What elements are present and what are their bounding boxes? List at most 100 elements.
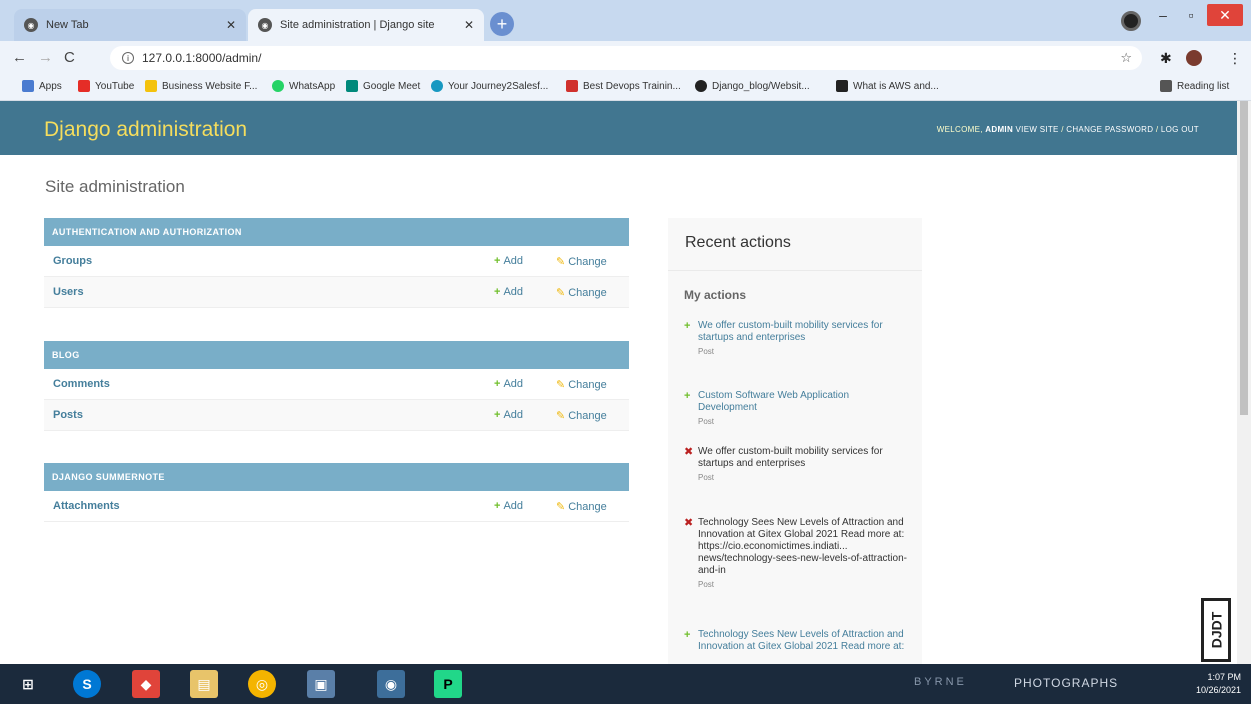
add-label: Add [503,409,524,421]
change-comments-button[interactable]: ✎ Change [556,378,607,391]
add-label: Add [503,500,524,512]
app-icon[interactable]: ◆ [132,670,160,698]
djdt-label: DJDT [1208,611,1224,649]
add-users-button[interactable]: + Add [494,286,523,298]
watermark: BYRNE [914,676,967,688]
module-caption[interactable]: Blog [44,341,629,369]
extensions-icon[interactable]: ✱ [1160,50,1172,67]
profile-icon[interactable] [1121,11,1141,31]
bookmark-star-icon[interactable]: ☆ [1120,50,1132,66]
list-item: + Technology Sees New Levels of Attracti… [684,629,909,653]
menu-icon[interactable]: ⋮ [1228,50,1242,67]
add-icon: + [684,320,691,332]
action-link[interactable]: Custom Software Web Application Developm… [698,390,909,414]
salesforce-icon [431,80,443,92]
tab-new-tab[interactable]: ◉ New Tab ✕ [14,9,246,41]
change-password-link[interactable]: CHANGE PASSWORD [1066,125,1153,134]
windows-taskbar: ⊞ S ◆ ▤ ◎ ▣ ◉ P BYRNE PHOTOGRAPHS 1:07 P… [0,664,1251,704]
bookmark-label: Apps [39,80,62,92]
add-attachments-button[interactable]: + Add [494,500,523,512]
address-bar[interactable]: i 127.0.0.1:8000/admin/ ☆ [110,46,1142,70]
close-window-button[interactable]: ✕ [1207,4,1243,26]
change-attachments-button[interactable]: ✎ Change [556,500,607,513]
action-link[interactable]: Technology Sees New Levels of Attraction… [698,629,909,653]
change-posts-button[interactable]: ✎ Change [556,409,607,422]
pycharm-icon[interactable]: P [434,670,462,698]
django-debug-toolbar-handle[interactable]: DJDT [1201,598,1231,662]
page-title: Site administration [45,177,185,196]
tab-site-administration[interactable]: ◉ Site administration | Django site ✕ [248,9,484,41]
tab-title: New Tab [46,19,89,31]
network-app-icon[interactable]: ▣ [307,670,335,698]
new-tab-button[interactable]: + [490,12,514,36]
bookmarks-bar: Apps YouTube Business Website F... Whats… [0,75,1251,101]
action-text: Technology Sees New Levels of Attraction… [698,517,907,576]
page-scrollbar[interactable] [1237,101,1251,664]
system-clock[interactable]: 1:07 PM 10/26/2021 [1196,671,1241,697]
add-label: Add [503,286,524,298]
table-row: Attachments + Add ✎ Change [44,491,629,522]
module-caption[interactable]: Authentication and Authorization [44,218,629,246]
model-link-posts[interactable]: Posts [53,409,83,421]
site-branding[interactable]: Django administration [44,118,247,142]
chrome-icon[interactable]: ◎ [248,670,276,698]
bookmark-devops-training[interactable]: Best Devops Trainin... [566,80,681,92]
plus-icon: + [494,378,501,390]
table-row: Posts + Add ✎ Change [44,400,629,431]
scrollbar-thumb[interactable] [1240,101,1248,415]
info-icon[interactable]: i [122,52,134,64]
file-explorer-icon[interactable]: ▤ [190,670,218,698]
bookmark-django-blog[interactable]: Django_blog/Websit... [695,80,810,92]
bookmark-whatsapp[interactable]: WhatsApp [272,80,335,92]
model-link-comments[interactable]: Comments [53,378,110,390]
module-caption[interactable]: Django Summernote [44,463,629,491]
add-posts-button[interactable]: + Add [494,409,523,421]
bookmark-aws[interactable]: What is AWS and... [836,80,939,92]
back-icon[interactable]: ← [12,49,27,66]
skype-icon[interactable]: S [73,670,101,698]
list-item: + Custom Software Web Application Develo… [684,390,909,428]
maximize-button[interactable]: ▫ [1180,4,1202,26]
action-type: Post [698,580,715,589]
tab-title: Site administration | Django site [280,19,435,31]
clock-time: 1:07 PM [1207,672,1241,682]
bookmark-apps[interactable]: Apps [22,80,62,92]
chrome-running-icon[interactable]: ◉ [377,670,405,698]
view-site-link[interactable]: VIEW SITE [1016,125,1059,134]
model-link-attachments[interactable]: Attachments [53,500,120,512]
folder-icon [145,80,157,92]
bookmark-label: Google Meet [363,80,421,92]
close-tab-icon[interactable]: ✕ [226,18,236,32]
change-groups-button[interactable]: ✎ Change [556,255,607,268]
module-blog: Blog Comments + Add ✎ Change Posts + Add ✎ C… [44,341,629,431]
reload-icon[interactable]: C [64,49,75,66]
change-label: Change [568,501,607,513]
model-link-groups[interactable]: Groups [53,255,92,267]
forward-icon[interactable]: → [38,49,53,66]
change-label: Change [568,379,607,391]
add-groups-button[interactable]: + Add [494,255,523,267]
log-out-link[interactable]: LOG OUT [1161,125,1199,134]
bookmark-label: Business Website F... [162,80,258,92]
pencil-icon: ✎ [556,256,566,268]
change-users-button[interactable]: ✎ Change [556,286,607,299]
admin-content: Site administration Authentication and A… [0,155,1237,664]
bookmark-youtube[interactable]: YouTube [78,80,134,92]
bookmark-reading-list[interactable]: Reading list [1160,80,1229,92]
bookmark-business-website[interactable]: Business Website F... [145,80,257,92]
action-text: We offer custom-built mobility services … [698,446,883,469]
bookmark-google-meet[interactable]: Google Meet [346,80,420,92]
list-item: ✖ Technology Sees New Levels of Attracti… [684,517,909,591]
watermark: PHOTOGRAPHS [1014,676,1119,690]
close-tab-icon[interactable]: ✕ [464,18,474,32]
bookmark-label: Your Journey2Salesf... [448,80,549,92]
bookmark-journey2salesforce[interactable]: Your Journey2Salesf... [431,80,548,92]
model-link-users[interactable]: Users [53,286,84,298]
add-comments-button[interactable]: + Add [494,378,523,390]
windows-start-icon[interactable]: ⊞ [14,670,42,698]
meet-icon [346,80,358,92]
minimize-button[interactable]: – [1152,4,1174,26]
list-item: ✖ We offer custom-built mobility service… [684,446,909,484]
action-link[interactable]: We offer custom-built mobility services … [698,320,909,344]
avatar[interactable] [1186,50,1202,66]
